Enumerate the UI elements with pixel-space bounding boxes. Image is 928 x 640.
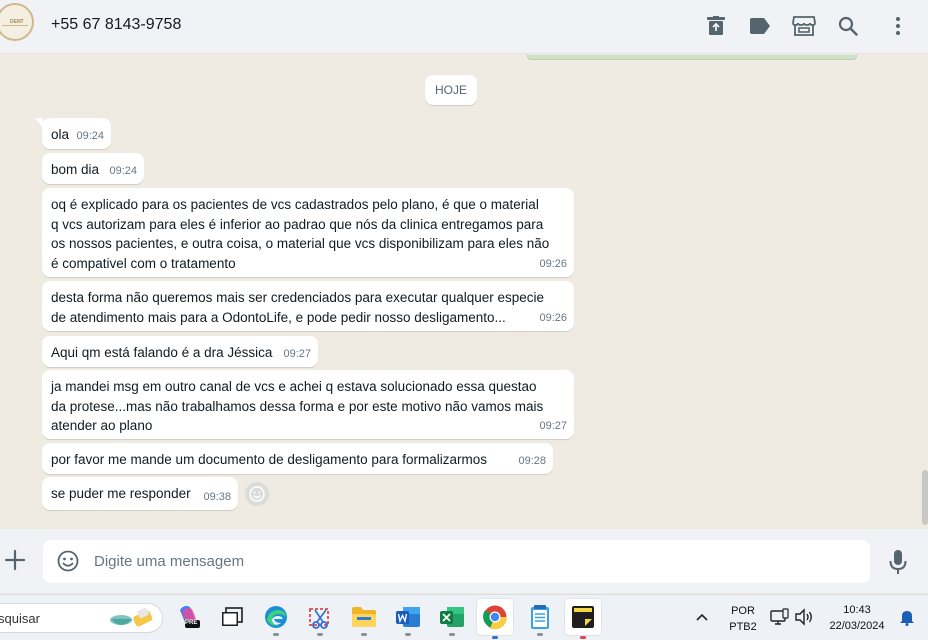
contact-avatar[interactable]: DENT — [0, 3, 34, 41]
language-indicator[interactable]: POR — [727, 605, 759, 617]
message-time: 09:38 — [203, 490, 231, 503]
running-indicator — [361, 633, 367, 636]
message-text: oq é explicado para os pacientes de vcs … — [51, 197, 550, 271]
chat-header: DENT +55 67 8143-9758 — [0, 0, 928, 54]
message-time: 09:27 — [539, 419, 567, 432]
message-time: 09:26 — [539, 311, 567, 324]
label-icon[interactable] — [746, 12, 774, 40]
message-text: se puder me responder — [51, 486, 191, 501]
clock-time[interactable]: 10:43 — [822, 604, 892, 616]
contact-name[interactable]: +55 67 8143-9758 — [51, 16, 181, 34]
message-time: 09:26 — [539, 257, 567, 270]
message-time: 09:24 — [109, 164, 137, 177]
excel-icon[interactable] — [438, 603, 466, 636]
message-text: ja mandei msg em outro canal de vcs e ac… — [51, 379, 544, 433]
message-placeholder: Digite uma mensagem — [94, 553, 245, 570]
message-bubble[interactable]: ja mandei msg em outro canal de vcs e ac… — [42, 370, 574, 439]
task-view-icon[interactable] — [218, 603, 246, 631]
sticky-notes-icon[interactable] — [565, 599, 601, 639]
message-bubble[interactable]: por favor me mande um documento de desli… — [42, 443, 553, 474]
notification-bell-icon[interactable] — [896, 603, 918, 631]
taskbar-search[interactable]: squisar — [0, 603, 163, 633]
message-text: Aqui qm está falando é a dra Jéssica — [51, 345, 273, 360]
file-explorer-icon[interactable] — [350, 603, 378, 636]
message-input[interactable]: Digite uma mensagem — [43, 540, 870, 583]
running-indicator — [405, 633, 411, 636]
taskbar-search-text: squisar — [0, 611, 40, 626]
message-text: ola — [51, 127, 70, 142]
copilot-badge: PRE — [185, 620, 198, 626]
message-bubble[interactable]: oq é explicado para os pacientes de vcs … — [42, 188, 574, 277]
scrollbar[interactable] — [922, 470, 928, 525]
menu-dots-icon[interactable] — [884, 12, 912, 40]
copilot-icon[interactable]: PRE — [175, 603, 203, 631]
message-bubble[interactable]: ola 09:24 — [35, 118, 111, 149]
message-text: desta forma não queremos mais ser creden… — [51, 290, 545, 325]
archive-icon[interactable] — [702, 12, 730, 40]
search-icon[interactable] — [834, 12, 862, 40]
chrome-icon[interactable] — [477, 599, 513, 639]
mic-icon[interactable] — [888, 549, 908, 575]
windows-taskbar: squisar PRE POR PTB2 10:43 22/03/2024 — [0, 594, 928, 640]
snipping-tool-icon[interactable] — [306, 603, 334, 636]
chevron-up-icon[interactable] — [690, 603, 714, 631]
word-icon[interactable] — [394, 603, 422, 636]
message-bubble[interactable]: bom dia 09:24 — [42, 153, 144, 184]
clock-date[interactable]: 22/03/2024 — [822, 620, 892, 632]
edge-icon[interactable] — [262, 603, 290, 636]
message-time: 09:24 — [76, 129, 104, 142]
previous-message-edge — [527, 55, 857, 60]
message-bubble[interactable]: Aqui qm está falando é a dra Jéssica 09:… — [42, 336, 318, 367]
search-highlight-icon — [108, 607, 158, 631]
active-indicator — [492, 636, 498, 639]
running-indicator — [537, 633, 543, 636]
volume-icon[interactable] — [792, 603, 816, 631]
avatar-logo-line — [2, 25, 28, 26]
active-indicator — [580, 636, 586, 639]
network-icon[interactable] — [768, 603, 790, 631]
plus-icon[interactable] — [4, 549, 26, 571]
date-separator: HOJE — [425, 75, 477, 105]
running-indicator — [449, 633, 455, 636]
message-bubble[interactable]: desta forma não queremos mais ser creden… — [42, 281, 574, 331]
emoji-icon[interactable] — [57, 550, 79, 572]
react-emoji-icon[interactable] — [245, 482, 269, 506]
chat-area: HOJE ola 09:24 bom dia 09:24 oq é explic… — [0, 55, 928, 529]
message-text: por favor me mande um documento de desli… — [51, 452, 487, 467]
avatar-logo-text: DENT — [10, 19, 24, 25]
notepad-icon[interactable] — [526, 603, 554, 636]
message-time: 09:27 — [283, 347, 311, 360]
message-time: 09:28 — [518, 454, 546, 467]
running-indicator — [317, 633, 323, 636]
keyboard-layout[interactable]: PTB2 — [727, 621, 759, 633]
running-indicator — [273, 633, 279, 636]
store-icon[interactable] — [790, 12, 818, 40]
message-bubble[interactable]: se puder me responder 09:38 — [42, 477, 238, 510]
message-text: bom dia — [51, 162, 100, 177]
message-composer: Digite uma mensagem — [0, 529, 928, 593]
